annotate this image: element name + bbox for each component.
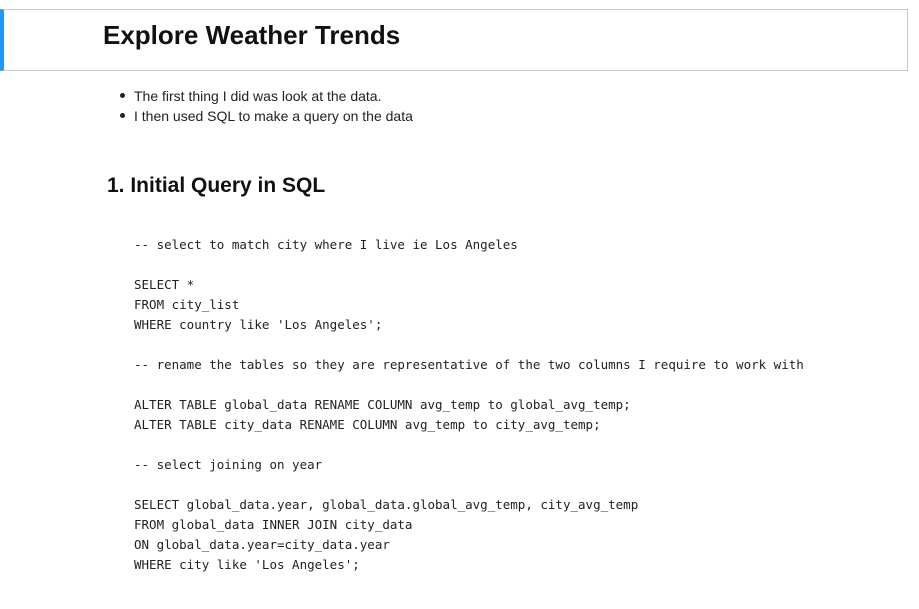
sql-code-block: -- select to match city where I live ie … (134, 235, 804, 575)
code-line: -- rename the tables so they are represe… (134, 357, 804, 372)
code-line: FROM global_data INNER JOIN city_data (134, 517, 413, 532)
code-line: ALTER TABLE global_data RENAME COLUMN av… (134, 397, 631, 412)
code-line: SELECT global_data.year, global_data.glo… (134, 497, 639, 512)
code-line: -- select to match city where I live ie … (134, 237, 518, 252)
code-line: WHERE country like 'Los Angeles'; (134, 317, 383, 332)
code-line: FROM city_list (134, 297, 240, 312)
code-line: WHERE city like 'Los Angeles'; (134, 557, 360, 572)
code-line: SELECT * (134, 277, 195, 292)
code-line: ON global_data.year=city_data.year (134, 537, 390, 552)
code-line: -- select joining on year (134, 457, 323, 472)
page-title: Explore Weather Trends (103, 20, 401, 50)
list-item: I then used SQL to make a query on the d… (120, 108, 413, 124)
intro-list: The first thing I did was look at the da… (120, 86, 413, 126)
section-heading: 1. Initial Query in SQL (107, 174, 326, 197)
page: Explore Weather Trends The first thing I… (0, 0, 919, 609)
list-item: The first thing I did was look at the da… (120, 86, 413, 106)
code-line: ALTER TABLE city_data RENAME COLUMN avg_… (134, 417, 601, 432)
